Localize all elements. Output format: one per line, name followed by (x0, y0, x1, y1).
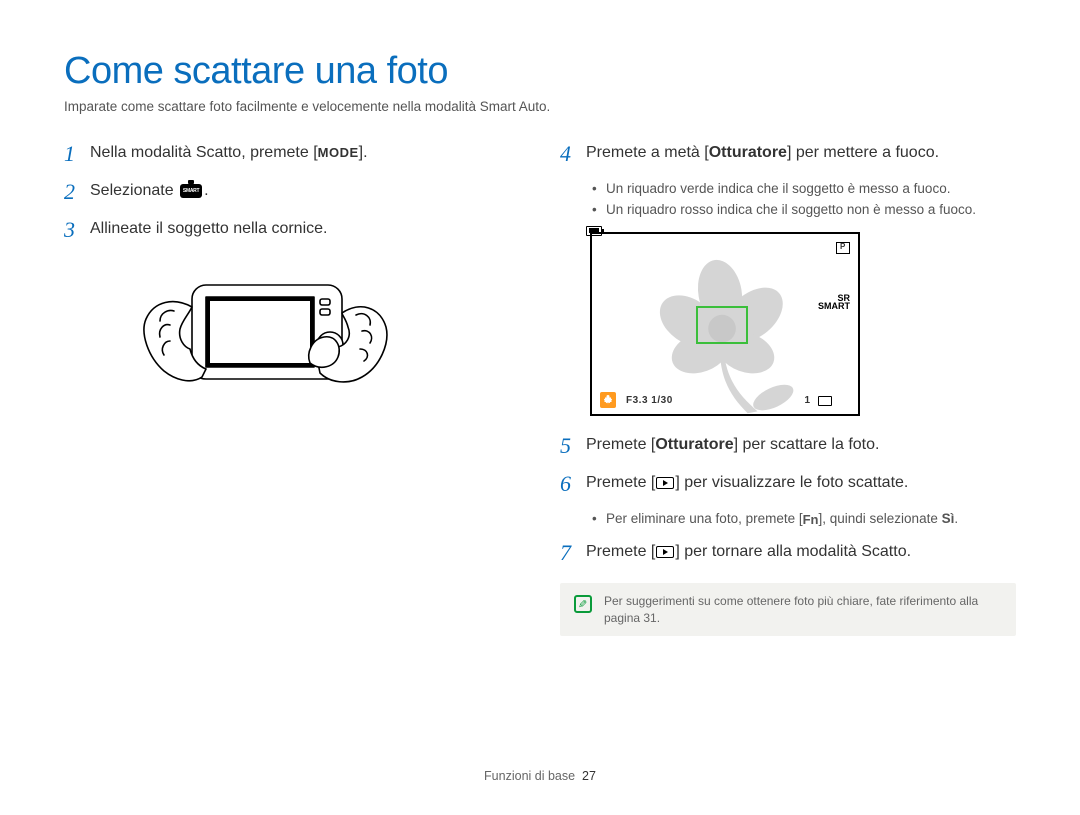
tip-note: Per suggerimenti su come ottenere foto p… (560, 583, 1016, 635)
battery-icon (586, 226, 602, 236)
note-text: Per suggerimenti su come ottenere foto p… (604, 593, 1002, 625)
camera-lcd-illustration: SR SMART F3.3 1/30 1 (590, 232, 860, 416)
step-5: 5 Premete [Otturatore] per scattare la f… (560, 434, 1016, 458)
autofocus-frame (696, 306, 748, 344)
list-item: Per eliminare una foto, premete [Fn], qu… (592, 510, 1016, 529)
exposure-readout: F3.3 1/30 (626, 395, 673, 406)
right-column: 4 Premete a metà [Otturatore] per metter… (560, 142, 1016, 636)
step-text: Premete [Otturatore] per scattare la fot… (586, 434, 1016, 456)
smart-auto-icon: SMART (180, 184, 202, 198)
footer-section: Funzioni di base (484, 769, 575, 783)
step-number: 3 (64, 218, 90, 242)
page-footer: Funzioni di base 27 (0, 769, 1080, 783)
step-text: Premete a metà [Otturatore] per mettere … (586, 142, 1016, 164)
step-3: 3 Allineate il soggetto nella cornice. (64, 218, 520, 242)
page-title: Come scattare una foto (64, 50, 1016, 93)
list-item: Un riquadro verde indica che il soggetto… (592, 180, 1016, 199)
text-frag: Premete a metà [ (586, 144, 709, 161)
text-bold: Otturatore (709, 144, 787, 161)
step-number: 7 (560, 541, 586, 565)
text-frag: Selezionate (90, 182, 178, 199)
step-text: Selezionate SMART. (90, 180, 520, 202)
step-text: Nella modalità Scatto, premete [MODE]. (90, 142, 520, 164)
step-4: 4 Premete a metà [Otturatore] per metter… (560, 142, 1016, 166)
text-frag: ] per visualizzare le foto scattate. (675, 474, 908, 491)
text-frag: Premete [ (586, 436, 655, 453)
content-columns: 1 Nella modalità Scatto, premete [MODE].… (64, 142, 1016, 636)
page-subtitle: Imparate come scattare foto facilmente e… (64, 99, 1016, 114)
step-6-sublist: Per eliminare una foto, premete [Fn], qu… (592, 510, 1016, 529)
footer-page-number: 27 (582, 769, 596, 783)
list-item: Un riquadro rosso indica che il soggetto… (592, 201, 1016, 220)
text-bold: Sì (942, 511, 955, 526)
text-bold: Otturatore (655, 436, 733, 453)
step-number: 6 (560, 472, 586, 496)
memory-card-icon (818, 396, 832, 406)
playback-icon (656, 546, 674, 558)
sr-indicator-icon: SR SMART (818, 294, 850, 310)
text-frag: Premete [ (586, 543, 655, 560)
step-text: Premete [ ] per visualizzare le foto scat… (586, 472, 1016, 494)
text-frag: Per eliminare una foto, premete [ (606, 511, 803, 526)
step-1: 1 Nella modalità Scatto, premete [MODE]. (64, 142, 520, 166)
text-frag: ] per mettere a fuoco. (787, 144, 939, 161)
text-frag: ] per tornare alla modalità Scatto. (675, 543, 911, 560)
text-frag: Nella modalità Scatto, premete [ (90, 144, 318, 161)
note-icon (574, 595, 592, 613)
step-text: Allineate il soggetto nella cornice. (90, 218, 520, 240)
step-number: 5 (560, 434, 586, 458)
step-number: 1 (64, 142, 90, 166)
fn-label: Fn (803, 511, 819, 529)
mode-label: MODE (318, 144, 359, 162)
step-number: 4 (560, 142, 586, 166)
macro-indicator-icon (600, 392, 616, 408)
step-number: 2 (64, 180, 90, 204)
playback-icon (656, 477, 674, 489)
step-4-sublist: Un riquadro verde indica che il soggetto… (592, 180, 1016, 220)
text-frag: . (954, 511, 958, 526)
hands-holding-camera-illustration (134, 257, 520, 432)
left-column: 1 Nella modalità Scatto, premete [MODE].… (64, 142, 520, 636)
text-frag: ]. (359, 144, 368, 161)
step-7: 7 Premete [ ] per tornare alla modalità S… (560, 541, 1016, 565)
mode-indicator-icon (836, 242, 850, 254)
text-frag: ], quindi selezionate (819, 511, 942, 526)
text-frag: . (204, 182, 208, 199)
text-frag: ] per scattare la foto. (734, 436, 880, 453)
text-frag: Premete [ (586, 474, 655, 491)
step-6: 6 Premete [ ] per visualizzare le foto sc… (560, 472, 1016, 496)
step-2: 2 Selezionate SMART. (64, 180, 520, 204)
shot-count: 1 (804, 395, 810, 406)
step-text: Premete [ ] per tornare alla modalità Sca… (586, 541, 1016, 563)
